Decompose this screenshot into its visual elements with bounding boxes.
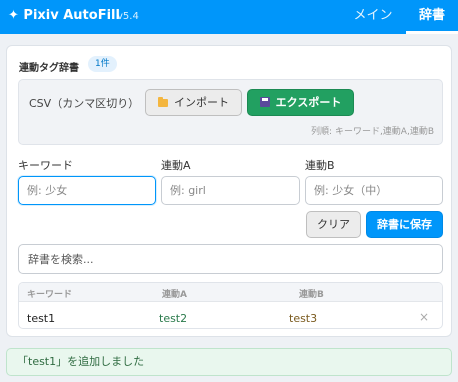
app-version: v5.4 (117, 11, 139, 22)
app-header: ✦ Pixiv AutoFill v5.4 メイン 辞書 (0, 0, 458, 34)
csv-column-hint: 列順: キーワード,連動A,連動B (311, 127, 434, 137)
keyword-input[interactable] (18, 176, 156, 205)
link-a-input[interactable] (161, 176, 300, 205)
column-header-link-b: 連動B (299, 290, 324, 300)
dictionary-search-input[interactable] (18, 244, 443, 274)
floppy-disk-icon (259, 97, 270, 107)
save-to-dictionary-button[interactable]: 辞書に保存 (366, 211, 443, 238)
count-badge: 1件 (88, 56, 117, 72)
row-link-a: test2 (159, 312, 188, 325)
clear-button[interactable]: クリア (306, 211, 361, 238)
tab-main[interactable]: メイン (340, 0, 406, 34)
status-toast: 「test1」を追加しました (6, 348, 452, 376)
close-icon[interactable]: × (419, 310, 429, 324)
link-b-input[interactable] (305, 176, 443, 205)
app-title: ✦ Pixiv AutoFill (8, 8, 120, 23)
export-label: エクスポート (275, 96, 342, 109)
table-header: キーワード 連動A 連動B (19, 283, 442, 302)
section-title: 連動タグ辞書 (19, 63, 79, 74)
row-keyword: test1 (27, 312, 56, 325)
row-link-b: test3 (289, 312, 318, 325)
csv-label: CSV（カンマ区切り） (29, 97, 140, 110)
column-header-link-a: 連動A (162, 290, 187, 300)
dictionary-table: キーワード 連動A 連動B test1 test2 test3 × (18, 282, 443, 329)
export-button[interactable]: エクスポート (247, 89, 354, 116)
link-a-label: 連動A (161, 159, 191, 172)
import-button[interactable]: インポート (145, 89, 242, 116)
column-header-keyword: キーワード (27, 290, 73, 300)
keyword-label: キーワード (18, 159, 73, 172)
folder-icon (158, 97, 168, 107)
tab-dictionary[interactable]: 辞書 (406, 0, 458, 34)
import-label: インポート (174, 96, 229, 109)
link-b-label: 連動B (305, 159, 335, 172)
